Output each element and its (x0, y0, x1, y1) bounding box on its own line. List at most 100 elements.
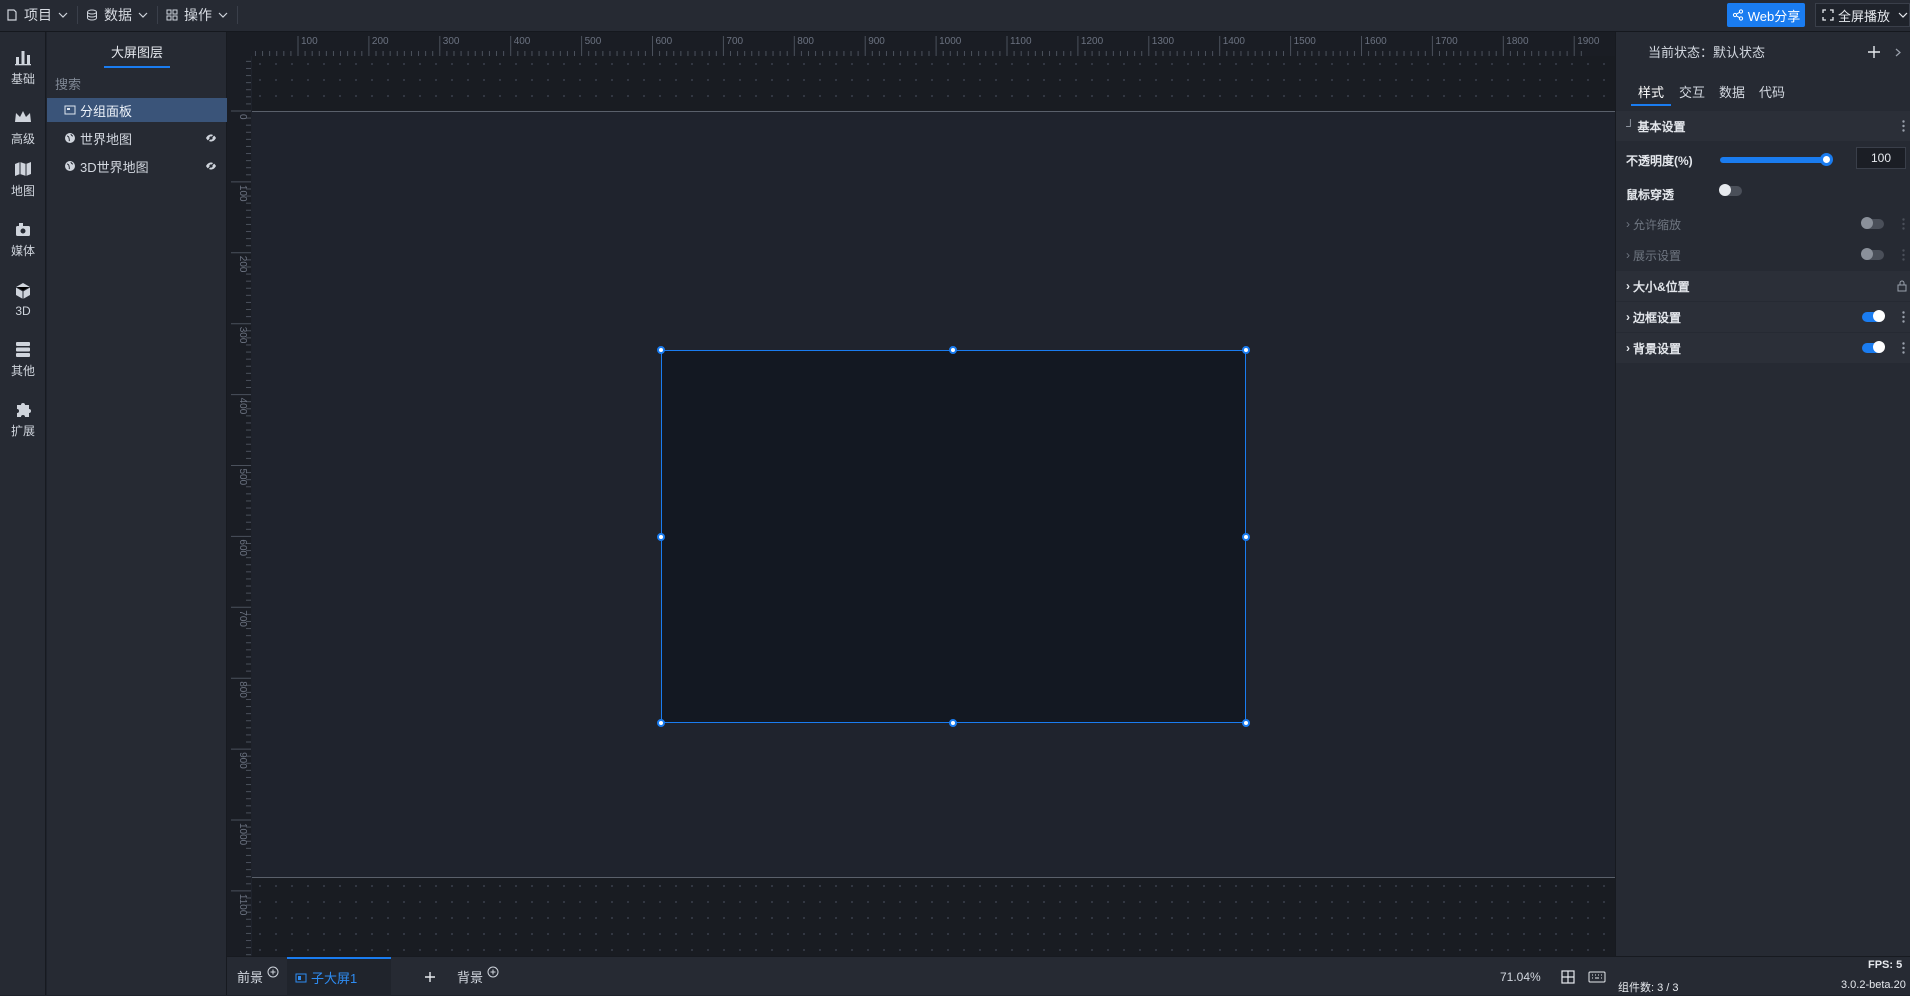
database-icon (87, 9, 97, 21)
rail-item-label: 媒体 (10, 244, 35, 258)
resize-handle-w[interactable] (657, 533, 665, 541)
group-panel-component[interactable] (661, 350, 1246, 723)
section-basic-settings[interactable]: ┘ 基本设置 (1616, 111, 1910, 141)
more-icon[interactable] (1902, 249, 1905, 261)
component-count: 组件数: 3 / 3 (1618, 982, 1679, 994)
menu-data[interactable]: 数据 (86, 0, 158, 30)
chevron-right-icon: › (1626, 279, 1630, 293)
resize-handle-n[interactable] (949, 346, 957, 354)
rail-item-label: 地图 (10, 184, 35, 198)
section-size-position[interactable]: › 大小&位置 (1616, 271, 1910, 301)
menu-operate[interactable]: 操作 (166, 0, 238, 30)
section-label: 背景设置 (1633, 341, 1682, 356)
screen-stage[interactable] (252, 111, 1615, 878)
resize-handle-sw[interactable] (657, 719, 665, 727)
eye-hidden-icon[interactable] (205, 132, 217, 144)
keyboard-shortcuts-button[interactable] (1588, 957, 1606, 996)
rail-item-basic[interactable]: 基础 (0, 42, 46, 92)
ruler-corner (227, 32, 251, 56)
opacity-slider-handle[interactable] (1820, 153, 1833, 166)
menu-project[interactable]: 项目 (6, 0, 78, 30)
ruler-tick-label: 500 (237, 469, 248, 486)
resize-handle-ne[interactable] (1242, 346, 1250, 354)
opacity-slider-track[interactable] (1720, 157, 1826, 163)
section-label: 边框设置 (1633, 310, 1682, 325)
top-toolbar: 项目 数据 操作 Web分享 全屏播放 (0, 0, 1910, 32)
lock-icon[interactable] (1897, 280, 1907, 292)
web-share-button[interactable]: Web分享 (1727, 3, 1805, 27)
section-label: 基本设置 (1637, 119, 1686, 134)
opacity-input[interactable] (1856, 147, 1906, 169)
rail-item-media[interactable]: 媒体 (0, 214, 46, 264)
globe-icon (65, 133, 75, 143)
ruler-tick-label: 300 (443, 36, 460, 47)
rail-item-map[interactable]: 地图 (0, 154, 46, 204)
section-background-settings[interactable]: › 背景设置 (1616, 333, 1910, 363)
section-border-settings[interactable]: › 边框设置 (1616, 302, 1910, 332)
more-icon[interactable] (1902, 311, 1905, 323)
ruler-tick-label: 200 (372, 36, 389, 47)
ruler-tick-label: 1100 (1010, 36, 1032, 47)
ruler-tick-label: 800 (797, 36, 814, 47)
plus-icon (425, 971, 435, 982)
current-state-label[interactable]: 当前状态：默认状态 (1648, 42, 1765, 61)
allow-zoom-toggle[interactable] (1861, 217, 1884, 229)
tab-foreground[interactable]: 前景 (237, 957, 279, 996)
fit-screen-button[interactable] (1560, 957, 1576, 996)
ruler-tick-label: 700 (237, 610, 248, 627)
bar-chart-icon (15, 51, 31, 66)
rail-item-other[interactable]: 其他 (0, 334, 46, 384)
chevron-down-icon[interactable] (1898, 10, 1908, 20)
resize-handle-e[interactable] (1242, 533, 1250, 541)
resize-handle-se[interactable] (1242, 719, 1250, 727)
chevron-right-icon[interactable] (1894, 48, 1902, 57)
rail-item-advanced[interactable]: 高级 (0, 102, 46, 152)
zoom-level[interactable]: 71.04% (1500, 957, 1541, 996)
section-display-settings[interactable]: › 展示设置 (1616, 240, 1910, 270)
rail-item-extension[interactable]: 扩展 (0, 394, 46, 444)
add-circle-icon[interactable] (487, 966, 499, 978)
tab-subscreen-1[interactable]: 子大屏1 (287, 957, 391, 996)
resize-handle-s[interactable] (949, 719, 957, 727)
ruler-tick-label: 600 (237, 539, 248, 556)
layer-item-group-panel[interactable]: 分组面板 (47, 98, 227, 122)
tab-code[interactable]: 代码 (1752, 82, 1792, 106)
mouse-through-toggle[interactable] (1719, 184, 1742, 196)
tab-screen-layers[interactable]: 大屏图层 (104, 42, 170, 68)
editor-canvas[interactable]: 100 200 300 400 500 600 700 800 900 1000 1100 1200 1… (227, 32, 1615, 956)
border-toggle[interactable] (1862, 310, 1885, 322)
add-subscreen-button[interactable] (424, 957, 436, 996)
more-icon[interactable] (1902, 218, 1905, 230)
ruler-horizontal[interactable]: 100 200 300 400 500 600 700 800 900 1000 1100 1200 1… (251, 32, 1615, 56)
status-bar: FPS: 5 组件数: 3 / 3 3.0.2-beta.20 (1615, 956, 1910, 995)
layer-item-3d-world-map[interactable]: 3D世界地图 (47, 154, 227, 178)
fullscreen-play-button[interactable]: 全屏播放 (1815, 3, 1910, 27)
resize-handle-nw[interactable] (657, 346, 665, 354)
component-category-rail: 基础 高级 地图 媒体 3D 其他 扩展 (0, 32, 46, 995)
eye-hidden-icon[interactable] (205, 160, 217, 172)
background-toggle[interactable] (1862, 341, 1885, 353)
chevron-right-icon: › (1626, 310, 1630, 324)
ruler-tick-label: 300 (237, 327, 248, 344)
section-allow-zoom[interactable]: › 允许缩放 (1616, 209, 1910, 239)
add-circle-icon[interactable] (267, 966, 279, 978)
rail-item-3d[interactable]: 3D (0, 274, 46, 324)
layer-search-input[interactable] (47, 70, 227, 98)
add-state-icon[interactable] (1868, 46, 1880, 58)
ruler-tick-label: 800 (237, 681, 248, 698)
ruler-vertical[interactable]: 0 100 200 300 400 500 600 700 800 900 1000 1100 (227, 32, 251, 956)
tab-data[interactable]: 数据 (1712, 82, 1752, 106)
more-icon[interactable] (1902, 342, 1905, 354)
more-icon[interactable] (1902, 120, 1905, 132)
tab-interaction[interactable]: 交互 (1672, 82, 1712, 106)
layer-panel: 大屏图层 分组面板 世界地图 3D世界地图 (47, 32, 227, 995)
fit-screen-icon (1561, 969, 1575, 984)
tab-style[interactable]: 样式 (1631, 82, 1671, 106)
ruler-tick-label: 1700 (1435, 36, 1458, 47)
display-toggle[interactable] (1861, 248, 1884, 260)
media-icon (16, 223, 30, 236)
tab-background[interactable]: 背景 (457, 957, 499, 996)
section-label: 大小&位置 (1633, 279, 1690, 294)
layer-item-world-map[interactable]: 世界地图 (47, 126, 227, 150)
chevron-down-icon (58, 12, 68, 18)
